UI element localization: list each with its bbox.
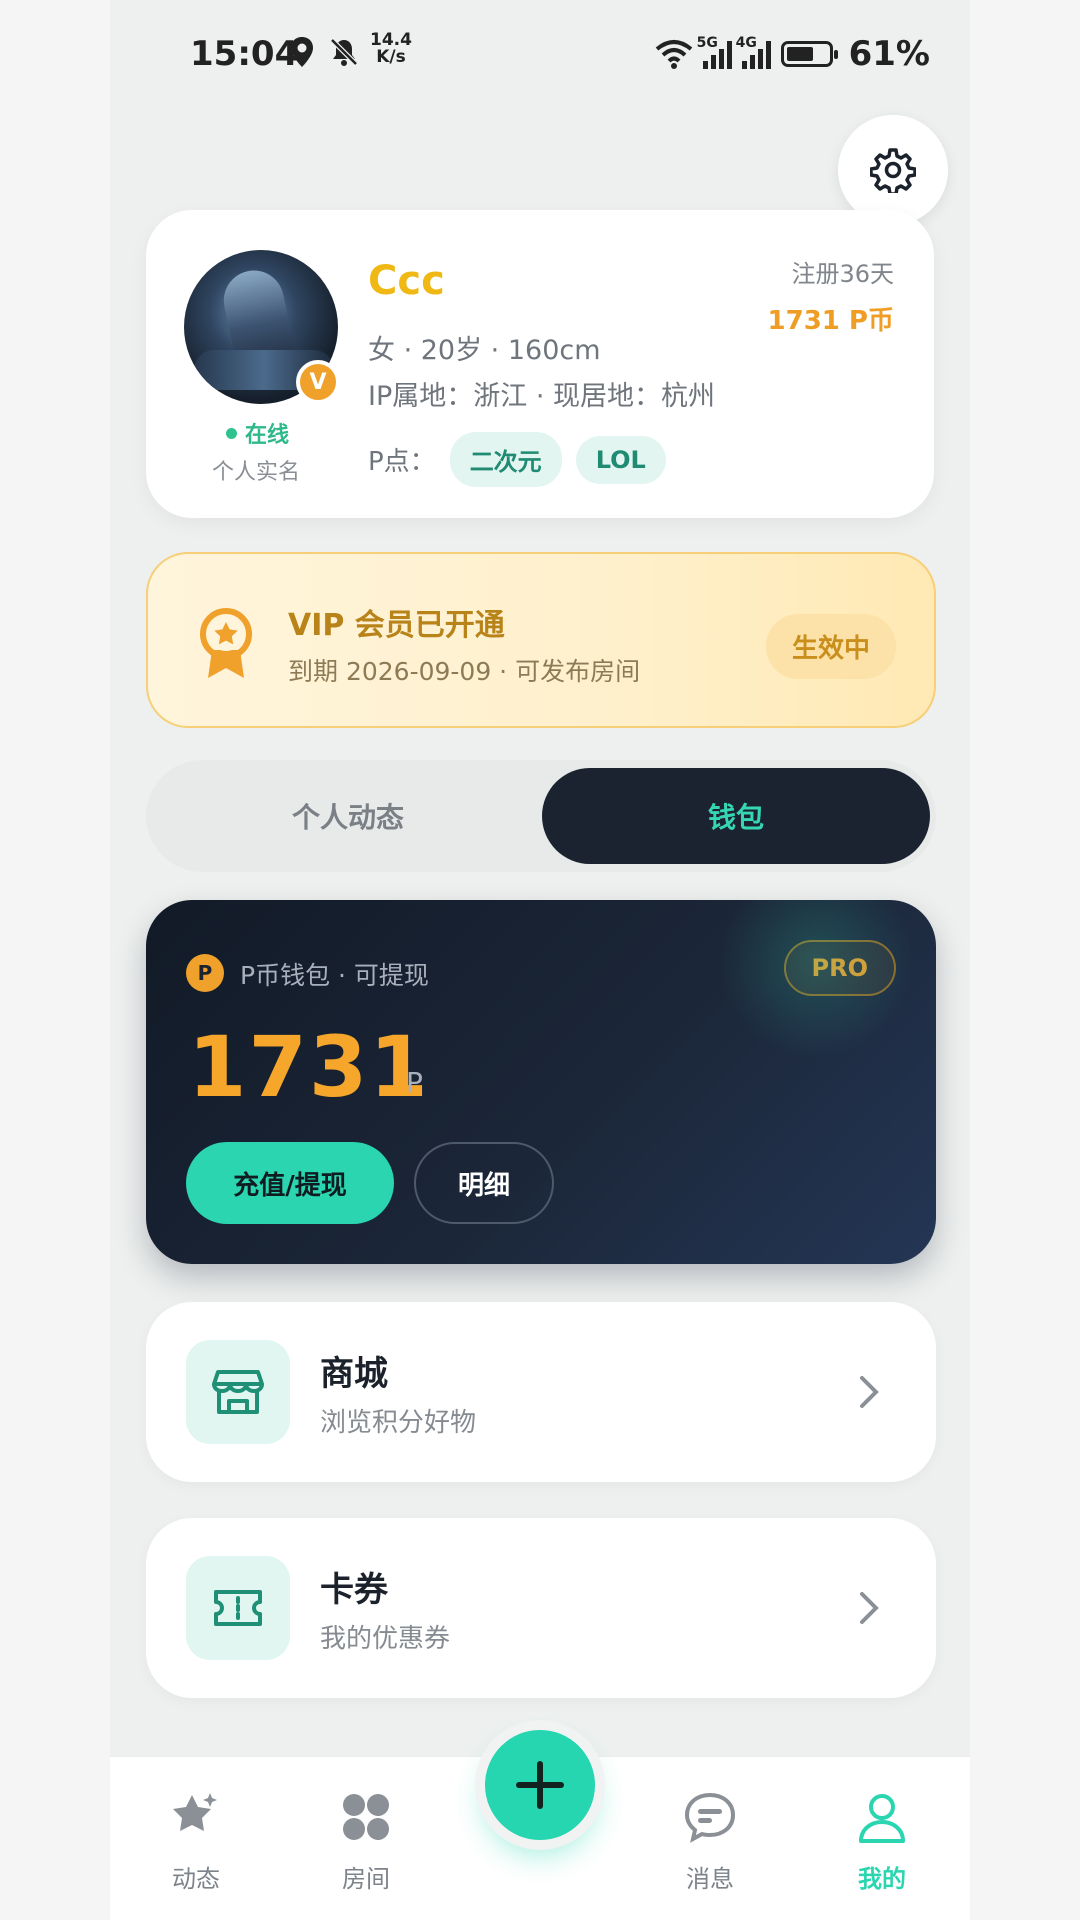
- vip-card[interactable]: VIP 会员已开通 到期 2026-09-09 · 可发布房间 生效中: [146, 552, 936, 728]
- menu-item-shop[interactable]: 商城 浏览积分好物: [146, 1302, 936, 1482]
- app-screen: 15:04 14.4 K/s 5G 4G 61% V 在线 个人实名 Ccc 女…: [110, 0, 970, 1920]
- username: Ccc: [368, 258, 445, 304]
- left-backdrop: [0, 0, 110, 1920]
- signal-5g-icon: 5G: [697, 35, 732, 69]
- nav-label: 我的: [858, 1865, 906, 1893]
- net-speed: 14.4 K/s: [370, 32, 412, 66]
- nav-item-messages[interactable]: 消息: [650, 1789, 770, 1894]
- nav-label: 房间: [342, 1865, 390, 1893]
- verified-badge: V: [296, 360, 340, 404]
- chevron-right-icon: [858, 1372, 882, 1416]
- battery-icon: [780, 41, 838, 67]
- menu-item-coupons[interactable]: 卡券 我的优惠券: [146, 1518, 936, 1698]
- nav-item-rooms[interactable]: 房间: [306, 1789, 426, 1894]
- recharge-withdraw-button[interactable]: 充值/提现: [186, 1142, 394, 1224]
- gear-icon: [870, 148, 916, 193]
- menu-subtitle: 浏览积分好物: [320, 1408, 477, 1438]
- signal-4g-label: 4G: [735, 35, 757, 51]
- wallet-balance: 1731: [188, 1018, 430, 1116]
- net-speed-unit: K/s: [376, 47, 406, 67]
- p-points-label: P点：: [368, 447, 436, 477]
- ticket-icon: [186, 1556, 290, 1660]
- nav-item-me[interactable]: 我的: [822, 1789, 942, 1894]
- clock: 15:04: [190, 34, 299, 74]
- balance-unit: P: [406, 1066, 423, 1099]
- star-icon: [173, 1793, 217, 1831]
- message-icon: [684, 1792, 736, 1843]
- online-dot: [226, 427, 237, 439]
- vip-title: VIP 会员已开通: [288, 608, 505, 643]
- p-coin-icon: P: [186, 954, 224, 992]
- nav-label: 动态: [172, 1865, 220, 1893]
- nav-item-feed[interactable]: 动态: [136, 1789, 256, 1894]
- tab-activity[interactable]: 个人动态: [154, 768, 542, 864]
- store-icon: [186, 1340, 290, 1444]
- real-name-status: 个人实名: [212, 460, 301, 485]
- pro-badge: PRO: [783, 940, 896, 996]
- create-button[interactable]: [485, 1730, 595, 1840]
- vip-expiry: 到期 2026-09-09 · 可发布房间: [288, 657, 641, 686]
- tag-item[interactable]: 二次元: [449, 432, 562, 487]
- profile-tabs: 个人动态 钱包: [146, 760, 936, 872]
- online-status: 在线: [226, 417, 289, 449]
- user-icon: [859, 1794, 905, 1843]
- location-info: IP属地：浙江 · 现居地：杭州: [368, 381, 715, 412]
- settings-button[interactable]: [838, 115, 948, 225]
- mute-bell-icon: [328, 36, 360, 77]
- wifi-icon: [655, 40, 692, 69]
- online-text: 在线: [245, 423, 290, 448]
- menu-title: 卡券: [320, 1570, 388, 1610]
- chevron-right-icon: [858, 1588, 882, 1632]
- register-days: 注册36天: [791, 260, 894, 288]
- details-button[interactable]: 明细: [414, 1142, 554, 1224]
- signal-4g-icon: 4G: [736, 35, 771, 69]
- tag-item[interactable]: LOL: [575, 435, 666, 484]
- interest-tags: P点： 二次元 LOL: [368, 432, 666, 487]
- plus-icon: [516, 1761, 564, 1809]
- vip-status-badge: 生效中: [765, 614, 896, 679]
- battery-level: 61%: [848, 34, 930, 74]
- profile-card[interactable]: V 在线 个人实名 Ccc 女 · 20岁 · 160cm IP属地：浙江 · …: [146, 210, 934, 518]
- grid-icon: [343, 1794, 389, 1840]
- coin-balance: 1731 P币: [767, 306, 894, 336]
- signal-5g-label: 5G: [696, 35, 718, 51]
- status-bar: 15:04 14.4 K/s 5G 4G 61%: [190, 30, 930, 80]
- status-right: 5G 4G 61%: [655, 34, 930, 74]
- location-icon: [288, 36, 316, 77]
- basic-info: 女 · 20岁 · 160cm: [368, 335, 601, 366]
- wallet-label: P币钱包 · 可提现: [240, 961, 429, 990]
- menu-subtitle: 我的优惠券: [320, 1624, 451, 1654]
- tab-wallet[interactable]: 钱包: [542, 768, 930, 864]
- medal-icon: [198, 608, 254, 684]
- menu-title: 商城: [320, 1354, 388, 1394]
- right-backdrop: [970, 0, 1080, 1920]
- wallet-card: P P币钱包 · 可提现 PRO 1731 P 充值/提现 明细: [146, 900, 936, 1264]
- nav-label: 消息: [686, 1865, 734, 1893]
